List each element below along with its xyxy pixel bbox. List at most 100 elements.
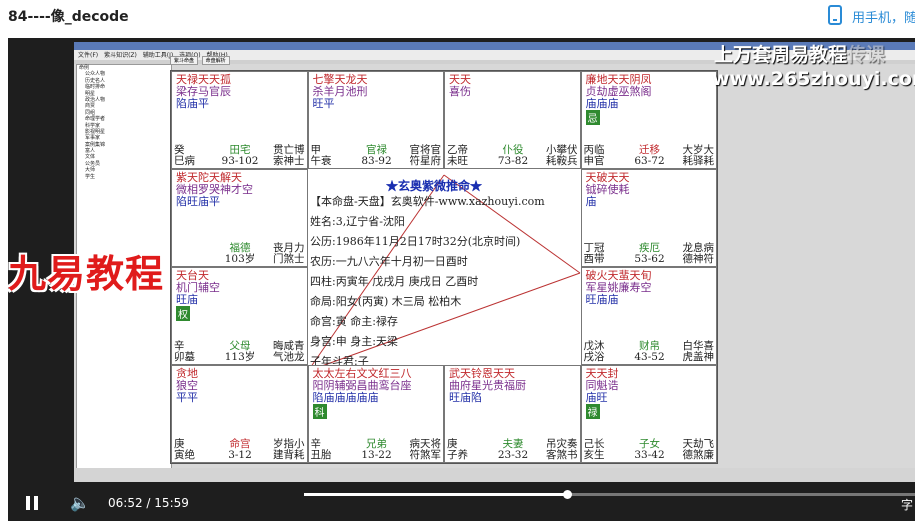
page-header: 84----像_decode 用手机，随 bbox=[0, 0, 915, 36]
palace-age: 53-62 bbox=[634, 253, 665, 265]
palace-gods-2: 气池龙 bbox=[273, 351, 305, 363]
palace-cell[interactable]: 天台天 机门辅空 旺庙权辛卯墓 父母 113岁 晦咸青 气池龙 bbox=[171, 267, 308, 365]
palace-age: 113岁 bbox=[224, 351, 256, 363]
center-line-7: 命宫:寅 命主:禄存 bbox=[310, 315, 398, 328]
palace-branch: 戌浴 bbox=[583, 351, 605, 363]
palace-age: 93-102 bbox=[221, 155, 259, 167]
palace-stars: 天破天天 钺碎使耗庙 bbox=[586, 172, 630, 208]
palace-cell[interactable]: 天天封 同魁诰 庙旺禄己长 亥生 子女 33-42 天劫飞 德煞廉 bbox=[580, 365, 717, 463]
center-line-8: 身宫:申 身主:天梁 bbox=[310, 335, 398, 348]
center-line-4: 农历:一九八六年十月初一日酉时 bbox=[310, 255, 468, 268]
star-brightness: 平平 bbox=[176, 391, 198, 404]
palace-branch: 未旺 bbox=[447, 155, 468, 167]
palace-gods-2: 德煞廉 bbox=[682, 449, 715, 461]
tab-analysis[interactable]: 命盘解析 bbox=[201, 56, 230, 65]
palace-branch: 亥生 bbox=[583, 449, 605, 461]
sihua-badge: 权 bbox=[176, 306, 190, 321]
star-brightness: 陷旺庙平 bbox=[176, 195, 220, 208]
palace-age: 43-52 bbox=[634, 351, 665, 363]
palace-stars: 天台天 机门辅空 旺庙 bbox=[176, 270, 220, 306]
palace-age: 103岁 bbox=[224, 253, 256, 265]
star-brightness: 陷庙平 bbox=[176, 97, 209, 110]
star-brightness: 庙庙庙 bbox=[585, 97, 619, 110]
palace-gods-2: 耗鞍兵 bbox=[546, 155, 578, 167]
menu-tools[interactable]: 辅助工具(J) bbox=[143, 52, 173, 59]
menu-knowledge[interactable]: 紫斗知识(Z) bbox=[104, 52, 137, 59]
menu-file[interactable]: 文件(F) bbox=[78, 52, 98, 59]
palace-stars: 七擎天龙天 杀羊月池刑 旺平 bbox=[313, 74, 368, 110]
palace-cell[interactable]: 天天 喜伤 乙帝 未旺 仆役 73-82 小攀伏 耗鞍兵 bbox=[444, 71, 581, 169]
palace-age: 73-82 bbox=[497, 155, 529, 167]
palace-gods-2: 门煞士 bbox=[273, 253, 305, 265]
palace-branch: 卯墓 bbox=[174, 351, 195, 363]
palace-age: 13-22 bbox=[361, 449, 392, 461]
volume-icon[interactable]: 🔈 bbox=[70, 495, 90, 511]
video-title: 84----像_decode bbox=[8, 9, 129, 25]
palace-cell[interactable]: 武天铃恩天天 曲府星光贵福厨 旺庙陷庚子养 夫妻 23-32 吊灾奏 客煞书 bbox=[444, 365, 581, 463]
player-controls: 🔈 06:52 / 15:59 字 bbox=[8, 486, 915, 521]
chart-center-info: ★玄奥紫微推命★ 【本命盘-天盘】玄奥软件-www.xazhouyi.com 姓… bbox=[308, 175, 580, 371]
palace-age: 23-32 bbox=[497, 449, 529, 461]
palace-stars: 天禄天天孤 梁存马官辰 陷庙平 bbox=[176, 74, 231, 110]
palace-stars: 廉地天天阴凤 贞劫虚巫煞阁 庙庙庙 bbox=[586, 74, 652, 110]
palace-gods-2: 建背耗 bbox=[273, 449, 305, 461]
palace-cell[interactable]: 贪地 狼空 平平庚寅绝 命宫 3-12 岁指小 建背耗 bbox=[171, 365, 308, 463]
video-player[interactable]: 文件(F) 紫斗知识(Z) 辅助工具(J) 选项(O) 帮助(H) 命例公众人物… bbox=[8, 38, 915, 521]
palace-branch: 寅绝 bbox=[174, 449, 195, 461]
tab-chart[interactable]: 紫斗命盘 bbox=[170, 56, 199, 65]
palace-stars: 天天 喜伤 bbox=[449, 74, 471, 98]
star-brightness: 旺庙庙 bbox=[585, 293, 619, 306]
jiuyi-watermark: 九易教程 bbox=[8, 252, 165, 296]
time-display: 06:52 / 15:59 bbox=[108, 496, 189, 510]
palace-stars: 紫天陀天解天 微相罗哭神才空 陷旺庙平 bbox=[176, 172, 253, 208]
center-title: ★玄奥紫微推命★ bbox=[386, 179, 483, 193]
palace-cell[interactable]: 廉地天天阴凤 贞劫虚巫煞阁 庙庙庙忌丙临 申官 迁移 63-72 大岁大 耗驿耗 bbox=[580, 71, 717, 169]
app-statusbar bbox=[74, 468, 915, 482]
app-window: 文件(F) 紫斗知识(Z) 辅助工具(J) 选项(O) 帮助(H) 命例公众人物… bbox=[74, 42, 915, 482]
palace-branch: 丑胎 bbox=[310, 449, 332, 461]
center-line-1: 【本命盘-天盘】玄奥软件-www.xazhouyi.com bbox=[310, 195, 545, 208]
ziwei-chart: ★玄奥紫微推命★ 【本命盘-天盘】玄奥软件-www.xazhouyi.com 姓… bbox=[170, 70, 718, 464]
star-brightness: 庙 bbox=[585, 195, 597, 208]
star-brightness: 旺庙陷 bbox=[449, 391, 482, 404]
palace-gods-2: 符煞军 bbox=[409, 449, 442, 461]
palace-gods-2: 客煞书 bbox=[546, 449, 578, 461]
palace-branch: 子养 bbox=[447, 449, 468, 461]
mobile-watch-link[interactable]: 用手机，随 bbox=[852, 7, 915, 26]
tree-item[interactable]: 学生 bbox=[77, 174, 171, 180]
star-brightness: 旺庙 bbox=[176, 293, 198, 306]
star-row-minor: 喜伤 bbox=[449, 85, 471, 98]
palace-gods-2: 耗驿耗 bbox=[682, 155, 715, 167]
palace-cell[interactable]: 七擎天龙天 杀羊月池刑 旺平甲午衰 官禄 83-92 官将官 符星府 bbox=[307, 71, 444, 169]
palace-gods-2: 符星府 bbox=[409, 155, 442, 167]
palace-cell[interactable]: 破火天蜚天旬 军星姚廉寿空 旺庙庙 戊沐 戌浴 财帛 43-52 白华喜 虎盖神 bbox=[580, 267, 717, 365]
palace-branch: 申官 bbox=[583, 155, 605, 167]
watermark-title: 上万套周易教程传课 bbox=[714, 44, 886, 66]
palace-branch: 巳病 bbox=[174, 155, 195, 167]
palace-age: 3-12 bbox=[228, 449, 252, 461]
center-line-3: 公历:1986年11月2日17时32分(北京时间) bbox=[310, 235, 521, 248]
center-line-2: 姓名:3,辽宁省-沈阳 bbox=[310, 215, 405, 228]
palace-gods-2: 虎盖神 bbox=[682, 351, 715, 363]
palace-cell[interactable]: 太太左右文文红三八 阳阴辅弼昌曲鸾台座 陷庙庙庙庙庙科辛丑胎 兄弟 13-22 病天将 符煞… bbox=[307, 365, 444, 463]
palace-age: 33-42 bbox=[634, 449, 665, 461]
palace-stars: 武天铃恩天天 曲府星光贵福厨 旺庙陷 bbox=[449, 368, 526, 404]
palace-cell[interactable]: 天禄天天孤 梁存马官辰 陷庙平癸巳病 田宅 93-102 贯亡博 索神士 bbox=[171, 71, 308, 169]
chart-tabs: 紫斗命盘 命盘解析 bbox=[170, 56, 232, 65]
palace-gods-2: 德神符 bbox=[682, 253, 715, 265]
sihua-badge: 忌 bbox=[585, 110, 600, 125]
pause-icon[interactable] bbox=[26, 496, 38, 510]
palace-stars: 贪地 狼空 平平 bbox=[176, 368, 198, 404]
palace-cell[interactable]: 天破天天 钺碎使耗庙丁冠 酉带 疾厄 53-62 龙息病 德神符 bbox=[580, 169, 717, 267]
star-brightness: 庙旺 bbox=[585, 391, 608, 404]
palace-branch: 午衰 bbox=[310, 155, 332, 167]
palace-stars: 破火天蜚天旬 军星姚廉寿空 旺庙庙 bbox=[586, 270, 652, 306]
subtitle-button[interactable]: 字 bbox=[901, 496, 913, 513]
total-time: 15:59 bbox=[154, 496, 189, 510]
mobile-phone-icon[interactable] bbox=[828, 5, 842, 25]
palace-age: 83-92 bbox=[361, 155, 392, 167]
palace-stars: 太太左右文文红三八 阳阴辅弼昌曲鸾台座 陷庙庙庙庙庙 bbox=[313, 368, 412, 404]
palace-age: 63-72 bbox=[634, 155, 665, 167]
palace-cell[interactable]: 紫天陀天解天 微相罗哭神才空 陷旺庙平 福德 103岁 丧月力 门煞士 bbox=[171, 169, 308, 267]
watermark-url: www.265zhouyi.com bbox=[712, 68, 915, 90]
